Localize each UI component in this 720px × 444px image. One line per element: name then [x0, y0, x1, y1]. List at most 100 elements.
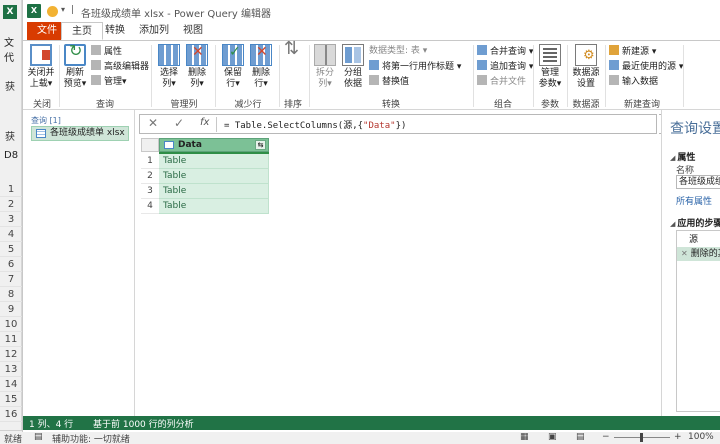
recent-sources-icon: [609, 60, 619, 70]
excel-row-header[interactable]: 14: [0, 377, 22, 392]
excel-row-header[interactable]: 7: [0, 272, 22, 287]
advanced-editor-button[interactable]: 高级编辑器: [91, 60, 149, 73]
new-source-button[interactable]: 新建源 ▾: [609, 45, 656, 58]
refresh-line2: 预览▾: [63, 79, 87, 89]
properties-button[interactable]: 属性: [91, 45, 122, 58]
formula-string: "Data": [363, 121, 396, 131]
split-column-icon: [314, 44, 336, 66]
qat-dropdown-icon[interactable]: ▾: [61, 5, 65, 14]
cancel-formula-icon[interactable]: ✕: [148, 116, 158, 130]
excel-row-header[interactable]: 10: [0, 317, 22, 332]
manage-parameters-button[interactable]: 管理 参数▾: [535, 44, 565, 90]
remove-rows-button[interactable]: 删除 行▾: [247, 44, 275, 90]
step-item[interactable]: 源: [677, 233, 720, 247]
manage-parameters-line1: 管理: [540, 68, 559, 78]
column-header-data[interactable]: Data ⇆: [159, 138, 269, 152]
tab-view[interactable]: 视图: [173, 22, 213, 40]
excel-row-header[interactable]: 2: [0, 197, 22, 212]
keep-rows-button[interactable]: 保留 行▾: [219, 44, 247, 90]
group-label-parameters: 参数: [540, 100, 559, 110]
new-source-label: 新建源 ▾: [622, 47, 657, 57]
excel-row-header[interactable]: 9: [0, 302, 22, 317]
split-column-button[interactable]: 拆分 列▾: [311, 44, 339, 90]
normal-view-icon[interactable]: ▦: [520, 432, 529, 442]
excel-status-bar: 就绪 ▤ 辅助功能: 一切就绪 ▦ ▣ ▤ − + 100%: [0, 430, 720, 444]
replace-values-button[interactable]: 替换值: [369, 75, 409, 88]
append-queries-button[interactable]: 追加查询 ▾: [477, 60, 533, 73]
remove-columns-button[interactable]: 删除 列▾: [183, 44, 211, 90]
queries-header[interactable]: 查询 [1]: [31, 115, 61, 126]
table-cell[interactable]: Table: [159, 184, 269, 199]
fx-icon[interactable]: fx: [200, 117, 209, 128]
tab-add-column[interactable]: 添加列: [129, 22, 179, 40]
table-type-icon[interactable]: [164, 141, 174, 149]
enter-data-label: 输入数据: [622, 77, 659, 87]
sort-icon: [282, 43, 304, 66]
applied-steps-header[interactable]: 应用的步骤: [670, 216, 720, 229]
refresh-preview-button[interactable]: 刷新 预览▾: [61, 44, 89, 90]
excel-name-box[interactable]: D8: [4, 150, 18, 161]
group-label-manage-columns: 管理列: [170, 100, 198, 110]
excel-row-header[interactable]: 4: [0, 227, 22, 242]
close-and-load-button[interactable]: 关闭并 上载▾: [25, 44, 57, 90]
group-separator: [215, 45, 216, 107]
excel-row-header[interactable]: 6: [0, 257, 22, 272]
zoom-out-icon[interactable]: −: [602, 432, 610, 442]
query-item-label: 各班级成绩单 xlsx: [50, 128, 125, 138]
applied-steps-list: 源 删除的其他列: [676, 230, 720, 412]
smiley-feedback-icon[interactable]: [47, 6, 58, 17]
group-separator: [567, 45, 568, 107]
step-item-selected[interactable]: 删除的其他列: [677, 247, 720, 261]
table-cell[interactable]: Table: [159, 199, 269, 214]
all-properties-link[interactable]: 所有属性: [676, 194, 712, 207]
confirm-formula-icon[interactable]: ✓: [174, 116, 184, 130]
excel-row-header[interactable]: 5: [0, 242, 22, 257]
remove-columns-line2: 列▾: [190, 79, 204, 89]
query-item[interactable]: 各班级成绩单 xlsx: [31, 126, 129, 141]
excel-row-header[interactable]: 15: [0, 392, 22, 407]
sort-button[interactable]: [281, 43, 305, 68]
use-first-row-headers-button[interactable]: 将第一行用作标题 ▾: [369, 60, 461, 73]
recent-sources-button[interactable]: 最近使用的源 ▾: [609, 60, 683, 73]
excel-accessibility-status[interactable]: 辅助功能: 一切就绪: [52, 432, 130, 444]
choose-columns-button[interactable]: 选择 列▾: [155, 44, 183, 90]
group-label-transform: 转换: [381, 100, 400, 110]
zoom-slider-thumb[interactable]: [640, 433, 643, 442]
close-and-load-line1: 关闭并: [27, 68, 55, 78]
zoom-level[interactable]: 100%: [688, 432, 714, 442]
manage-query-button[interactable]: 管理▾: [91, 75, 127, 88]
group-separator: [605, 45, 606, 107]
table-menu-icon[interactable]: [141, 138, 159, 152]
zoom-in-icon[interactable]: +: [674, 432, 682, 442]
excel-row-header[interactable]: 11: [0, 332, 22, 347]
keep-rows-line1: 保留: [223, 68, 242, 78]
excel-row-header[interactable]: 12: [0, 347, 22, 362]
formula-input[interactable]: = Table.SelectColumns(源,{"Data"}): [224, 118, 406, 131]
enter-data-button[interactable]: 输入数据: [609, 75, 658, 88]
excel-row-header[interactable]: 3: [0, 212, 22, 227]
excel-row-header[interactable]: 16: [0, 407, 22, 422]
data-source-settings-icon: [575, 44, 597, 66]
expand-column-icon[interactable]: ⇆: [255, 140, 266, 150]
combine-files-button[interactable]: 合并文件: [477, 75, 526, 88]
excel-ribbon-tab[interactable]: 文代: [4, 34, 21, 64]
pq-status-bar: 1 列、4 行 基于前 1000 行的列分析: [23, 416, 720, 430]
column-profiling-status[interactable]: 基于前 1000 行的列分析: [93, 417, 194, 430]
data-source-settings-button[interactable]: 数据源 设置: [569, 44, 603, 90]
group-by-button[interactable]: 分组 依据: [339, 44, 367, 90]
query-name-input[interactable]: 各班级成绩单: [676, 175, 720, 189]
excel-row-header[interactable]: 8: [0, 287, 22, 302]
page-layout-icon[interactable]: ▣: [548, 432, 557, 442]
excel-row-header[interactable]: 13: [0, 362, 22, 377]
table-cell[interactable]: Table: [159, 154, 269, 169]
remove-rows-icon: [250, 44, 272, 66]
merge-queries-button[interactable]: 合并查询 ▾: [477, 45, 533, 58]
first-row-headers-icon: [369, 60, 379, 70]
group-label-query: 查询: [95, 100, 114, 110]
table-cell[interactable]: Table: [159, 169, 269, 184]
column-header-label: Data: [178, 140, 202, 150]
excel-row-header[interactable]: 1: [0, 182, 22, 197]
properties-section-header[interactable]: 属性: [670, 150, 695, 163]
page-break-icon[interactable]: ▤: [576, 432, 585, 442]
data-type-dropdown[interactable]: 数据类型: 表 ▾: [369, 45, 427, 58]
